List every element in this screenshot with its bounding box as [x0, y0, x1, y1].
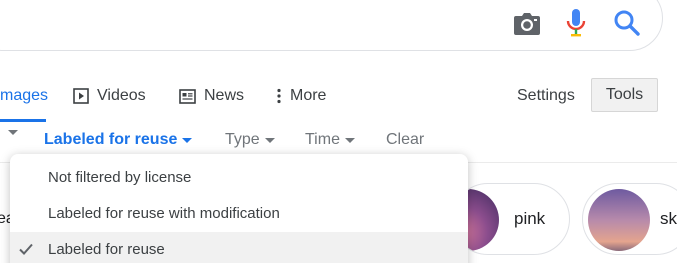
chevron-down-icon — [8, 130, 18, 135]
tab-more-label: More — [290, 87, 327, 104]
tab-images[interactable]: mages — [0, 86, 48, 106]
microphone-icon[interactable] — [565, 8, 587, 38]
usage-rights-menu: Not filtered by license Labeled for reus… — [10, 154, 468, 263]
related-chip-sky[interactable]: sk — [582, 183, 677, 255]
newspaper-icon — [179, 88, 196, 104]
menu-item-label: Not filtered by license — [48, 169, 192, 186]
menu-item-label: Labeled for reuse with modification — [48, 205, 280, 222]
play-icon — [73, 88, 89, 104]
chevron-down-icon — [344, 137, 355, 143]
tools-button[interactable]: Tools — [591, 78, 658, 112]
related-chip-pink[interactable]: pink — [452, 183, 570, 255]
clear-label: Clear — [386, 131, 425, 148]
vertical-dots-icon — [277, 88, 281, 104]
menu-item-labeled-for-reuse[interactable]: Labeled for reuse — [10, 232, 468, 263]
filter-type-label: Type — [225, 131, 260, 148]
chevron-down-icon — [264, 137, 275, 143]
search-box[interactable] — [0, 0, 663, 51]
tab-videos[interactable]: Videos — [73, 86, 146, 106]
filter-license-label: Labeled for reuse — [44, 131, 178, 148]
search-icon[interactable] — [613, 9, 641, 37]
chip-thumbnail — [588, 189, 650, 251]
menu-item-reuse-with-modification[interactable]: Labeled for reuse with modification — [10, 196, 468, 232]
filter-time-dropdown[interactable]: Time — [305, 130, 355, 150]
filter-type-dropdown[interactable]: Type — [225, 130, 275, 150]
check-icon — [19, 243, 33, 255]
tab-videos-label: Videos — [97, 87, 146, 104]
filter-usage-rights-dropdown[interactable]: Labeled for reuse — [44, 130, 193, 150]
chip-label: pink — [514, 209, 546, 228]
tab-news-label: News — [204, 87, 245, 104]
tab-more[interactable]: More — [277, 86, 326, 106]
filter-time-label: Time — [305, 131, 340, 148]
chip-label: sk — [660, 209, 677, 228]
active-tab-indicator — [0, 119, 46, 122]
clear-filters-link[interactable]: Clear — [386, 130, 424, 150]
menu-item-label: Labeled for reuse — [48, 241, 165, 258]
tab-news[interactable]: News — [179, 86, 244, 106]
chevron-down-icon — [182, 137, 193, 143]
menu-item-not-filtered[interactable]: Not filtered by license — [10, 160, 468, 196]
settings-link[interactable]: Settings — [517, 86, 575, 106]
camera-icon[interactable] — [513, 10, 541, 36]
filter-size-dropdown[interactable] — [3, 130, 18, 135]
